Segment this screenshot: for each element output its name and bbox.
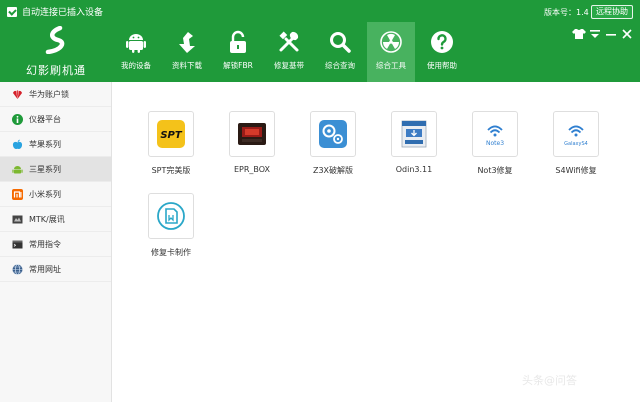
nav-label: 资料下载 (172, 61, 202, 70)
tool-icon-frame[interactable] (391, 111, 437, 157)
tool-icon-frame[interactable]: GalaxyS4 (553, 111, 599, 157)
minimize-icon[interactable] (604, 28, 618, 40)
nav-label: 解锁FBR (223, 61, 253, 70)
tool-s4-wifi-repair[interactable]: GalaxyS4 S4Wifi修复 (541, 111, 611, 191)
sidebar-item-label: MTK/展讯 (29, 214, 65, 224)
sidebar-item-label: 常用网址 (29, 264, 61, 274)
sidebar-item-commands[interactable]: 常用指令 (0, 232, 111, 257)
app-window: 自动连接已插入设备 版本号：1.4 远程协助 幻影刷机通 我的设备 资料下载 解… (0, 0, 640, 402)
version-label: 版本号：1.4 (544, 8, 589, 17)
globe-icon (12, 263, 23, 275)
spt-logo-text: SPT (160, 130, 183, 141)
tools-icon (279, 31, 299, 52)
info-icon (12, 113, 23, 125)
tool-label: S4Wifi修复 (555, 166, 597, 175)
sidebar-item-label: 小米系列 (29, 189, 61, 199)
top-bar: 自动连接已插入设备 版本号：1.4 远程协助 幻影刷机通 我的设备 资料下载 解… (0, 0, 640, 82)
mi-icon (12, 188, 23, 200)
sidebar-item-label: 三星系列 (29, 164, 61, 174)
sidebar-item-label: 华为账户锁 (29, 89, 69, 99)
tool-icon-frame[interactable] (229, 111, 275, 157)
nav-item-help[interactable]: 使用帮助 (418, 22, 466, 82)
terminal-icon (12, 240, 23, 248)
nav-label: 综合查询 (325, 61, 355, 70)
epr-box-icon (238, 123, 266, 145)
sidebar-item-label: 苹果系列 (29, 139, 61, 149)
tool-icon-frame[interactable]: SPT (148, 111, 194, 157)
tool-icon-frame[interactable] (310, 111, 356, 157)
unlock-icon (230, 30, 246, 53)
nav-item-unlock-fbr[interactable]: 解锁FBR (214, 22, 262, 82)
nav-label: 使用帮助 (427, 61, 457, 70)
tool-icon-frame[interactable]: Note3 (472, 111, 518, 157)
sd-card-icon (157, 202, 185, 230)
nav-item-repair-baseband[interactable]: 修复基带 (265, 22, 313, 82)
sidebar-item-mtk[interactable]: MTK/展讯 (0, 207, 111, 232)
tool-label: Z3X破解版 (312, 166, 354, 175)
auto-connect-option[interactable]: 自动连接已插入设备 (7, 5, 103, 18)
chip-icon (12, 215, 23, 223)
sidebar: 华为账户锁 仪器平台 苹果系列 三星系列 小米系列 MTK/展讯 常用指令 常用… (0, 82, 112, 402)
sidebar-item-xiaomi[interactable]: 小米系列 (0, 182, 111, 207)
nav-item-my-device[interactable]: 我的设备 (112, 22, 160, 82)
odin-icon (401, 120, 427, 148)
watermark-text: 头条@问答 (522, 374, 577, 387)
tool-epr-box[interactable]: EPR_BOX (217, 111, 287, 191)
galaxy-s4-text: GalaxyS4 (564, 141, 588, 147)
tool-label: Not3修复 (477, 166, 513, 175)
sidebar-item-apple[interactable]: 苹果系列 (0, 132, 111, 157)
remote-help-button[interactable]: 远程协助 (591, 5, 633, 19)
wifi-galaxy-s4-icon: GalaxyS4 (564, 125, 588, 147)
auto-connect-checkbox[interactable] (7, 6, 17, 17)
tool-icon-frame[interactable] (148, 193, 194, 239)
nav-item-tools[interactable]: 综合工具 (367, 22, 415, 82)
huawei-icon (13, 89, 22, 99)
window-controls (570, 28, 634, 40)
help-icon (431, 31, 453, 53)
tool-label: 修复卡制作 (151, 248, 191, 257)
tool-label: SPT完美版 (151, 166, 191, 175)
apple-icon (12, 139, 23, 149)
nav-label: 修复基带 (274, 61, 304, 70)
download-arrow-icon (179, 32, 195, 53)
sidebar-item-samsung[interactable]: 三星系列 (0, 157, 111, 182)
spt-logo-icon: SPT (157, 120, 185, 148)
tool-note3-repair[interactable]: Note3 Not3修复 (460, 111, 530, 191)
sidebar-item-label: 仪器平台 (29, 114, 61, 124)
search-icon (330, 32, 351, 53)
main-nav: 我的设备 资料下载 解锁FBR 修复基带 综合查询 综合工具 使用帮助 (112, 22, 469, 82)
logo-text: 幻影刷机通 (26, 64, 86, 77)
logo-mark-icon (45, 26, 65, 54)
z3x-gear-icon (319, 120, 347, 148)
nav-item-download[interactable]: 资料下载 (163, 22, 211, 82)
sidebar-item-huawei-lock[interactable]: 华为账户锁 (0, 82, 111, 107)
tool-repair-card[interactable]: 修复卡制作 (136, 193, 206, 273)
auto-connect-label: 自动连接已插入设备 (22, 8, 104, 18)
sidebar-item-label: 常用指令 (29, 239, 61, 249)
nav-label: 综合工具 (376, 61, 406, 70)
title-row: 自动连接已插入设备 版本号：1.4 远程协助 (0, 0, 640, 22)
app-logo: 幻影刷机通 (0, 22, 112, 82)
android-icon (12, 165, 23, 173)
sidebar-item-websites[interactable]: 常用网址 (0, 257, 111, 282)
tool-label: EPR_BOX (233, 165, 271, 174)
tools-panel: SPT SPT完美版 EPR_BOX Z3X破解版 Odin3.11 Note3… (113, 82, 640, 402)
nav-label: 我的设备 (121, 61, 151, 70)
close-icon[interactable] (620, 28, 634, 40)
note3-text: Note3 (486, 140, 504, 147)
sidebar-item-instrument[interactable]: 仪器平台 (0, 107, 111, 132)
watermark: 头条@问答 (522, 372, 577, 388)
tool-z3x[interactable]: Z3X破解版 (298, 111, 368, 191)
tool-label: Odin3.11 (395, 165, 433, 174)
wifi-note3-icon: Note3 (486, 125, 504, 147)
skin-shirt-icon[interactable] (572, 28, 586, 40)
nav-item-query[interactable]: 综合查询 (316, 22, 364, 82)
menu-dropdown-icon[interactable] (588, 28, 602, 40)
tool-odin[interactable]: Odin3.11 (379, 111, 449, 191)
android-icon (126, 34, 146, 53)
tool-spt[interactable]: SPT SPT完美版 (136, 111, 206, 191)
radiation-icon (380, 31, 402, 53)
